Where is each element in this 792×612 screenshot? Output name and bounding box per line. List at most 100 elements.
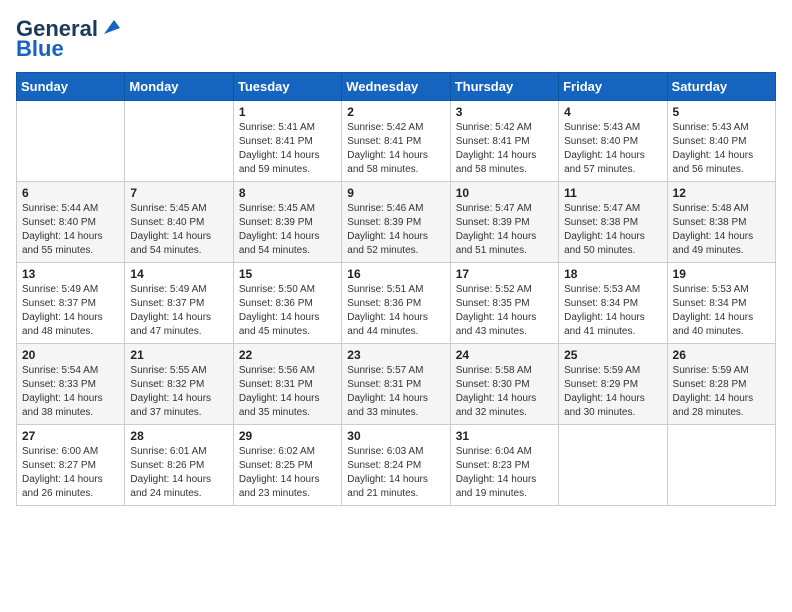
calendar-cell: 25 Sunrise: 5:59 AM Sunset: 8:29 PM Dayli…	[559, 344, 667, 425]
day-number: 27	[22, 429, 119, 443]
calendar-cell: 13Sunrise: 5:49 AM Sunset: 8:37 PM Dayli…	[17, 263, 125, 344]
day-info: Sunrise: 5:54 AM Sunset: 8:33 PM Dayligh…	[22, 364, 119, 420]
day-info: Sunrise: 5:42 AM Sunset: 8:41 PM Dayligh…	[347, 121, 444, 177]
day-number: 28	[130, 429, 227, 443]
calendar-cell: 29 Sunrise: 6:02 AM Sunset: 8:25 PM Dayli…	[233, 425, 341, 506]
weekday-header: Monday	[125, 73, 233, 101]
day-number: 2	[347, 105, 444, 119]
calendar-cell: 11Sunrise: 5:47 AM Sunset: 8:38 PM Dayli…	[559, 182, 667, 263]
calendar-cell: 5 Sunrise: 5:43 AM Sunset: 8:40 PM Daylig…	[667, 101, 775, 182]
day-number: 3	[456, 105, 553, 119]
day-info: Sunrise: 5:57 AM Sunset: 8:31 PM Dayligh…	[347, 364, 444, 420]
day-number: 20	[22, 348, 119, 362]
logo-blue: Blue	[16, 36, 64, 62]
calendar-week-row: 27 Sunrise: 6:00 AM Sunset: 8:27 PM Dayli…	[17, 425, 776, 506]
calendar-cell: 19 Sunrise: 5:53 AM Sunset: 8:34 PM Dayli…	[667, 263, 775, 344]
calendar-cell: 16 Sunrise: 5:51 AM Sunset: 8:36 PM Dayli…	[342, 263, 450, 344]
day-info: Sunrise: 5:45 AM Sunset: 8:40 PM Dayligh…	[130, 202, 227, 258]
calendar-cell: 18Sunrise: 5:53 AM Sunset: 8:34 PM Dayli…	[559, 263, 667, 344]
day-info: Sunrise: 5:45 AM Sunset: 8:39 PM Dayligh…	[239, 202, 336, 258]
day-number: 7	[130, 186, 227, 200]
day-number: 5	[673, 105, 770, 119]
day-info: Sunrise: 6:01 AM Sunset: 8:26 PM Dayligh…	[130, 445, 227, 501]
day-number: 17	[456, 267, 553, 281]
day-number: 4	[564, 105, 661, 119]
calendar-cell: 21Sunrise: 5:55 AM Sunset: 8:32 PM Dayli…	[125, 344, 233, 425]
calendar-cell	[17, 101, 125, 182]
weekday-header: Sunday	[17, 73, 125, 101]
day-number: 26	[673, 348, 770, 362]
day-number: 21	[130, 348, 227, 362]
calendar-week-row: 6 Sunrise: 5:44 AM Sunset: 8:40 PM Daylig…	[17, 182, 776, 263]
calendar-cell: 14 Sunrise: 5:49 AM Sunset: 8:37 PM Dayli…	[125, 263, 233, 344]
calendar-cell: 24 Sunrise: 5:58 AM Sunset: 8:30 PM Dayli…	[450, 344, 558, 425]
calendar-cell: 3 Sunrise: 5:42 AM Sunset: 8:41 PM Daylig…	[450, 101, 558, 182]
day-number: 9	[347, 186, 444, 200]
day-info: Sunrise: 6:00 AM Sunset: 8:27 PM Dayligh…	[22, 445, 119, 501]
day-number: 15	[239, 267, 336, 281]
calendar-cell: 28 Sunrise: 6:01 AM Sunset: 8:26 PM Dayli…	[125, 425, 233, 506]
day-number: 29	[239, 429, 336, 443]
calendar-cell: 8 Sunrise: 5:45 AM Sunset: 8:39 PM Daylig…	[233, 182, 341, 263]
calendar-cell: 20 Sunrise: 5:54 AM Sunset: 8:33 PM Dayli…	[17, 344, 125, 425]
calendar-cell: 7 Sunrise: 5:45 AM Sunset: 8:40 PM Daylig…	[125, 182, 233, 263]
day-info: Sunrise: 5:59 AM Sunset: 8:28 PM Dayligh…	[673, 364, 770, 420]
day-info: Sunrise: 5:43 AM Sunset: 8:40 PM Dayligh…	[673, 121, 770, 177]
day-info: Sunrise: 6:02 AM Sunset: 8:25 PM Dayligh…	[239, 445, 336, 501]
day-number: 12	[673, 186, 770, 200]
day-info: Sunrise: 5:42 AM Sunset: 8:41 PM Dayligh…	[456, 121, 553, 177]
day-number: 16	[347, 267, 444, 281]
day-number: 10	[456, 186, 553, 200]
calendar-cell: 6 Sunrise: 5:44 AM Sunset: 8:40 PM Daylig…	[17, 182, 125, 263]
day-number: 31	[456, 429, 553, 443]
day-info: Sunrise: 5:49 AM Sunset: 8:37 PM Dayligh…	[130, 283, 227, 339]
day-info: Sunrise: 5:48 AM Sunset: 8:38 PM Dayligh…	[673, 202, 770, 258]
calendar-cell: 15 Sunrise: 5:50 AM Sunset: 8:36 PM Dayli…	[233, 263, 341, 344]
day-number: 14	[130, 267, 227, 281]
day-info: Sunrise: 5:47 AM Sunset: 8:39 PM Dayligh…	[456, 202, 553, 258]
day-info: Sunrise: 6:04 AM Sunset: 8:23 PM Dayligh…	[456, 445, 553, 501]
page-header: General Blue	[16, 16, 776, 62]
day-number: 24	[456, 348, 553, 362]
calendar-table: SundayMondayTuesdayWednesdayThursdayFrid…	[16, 72, 776, 506]
weekday-header: Friday	[559, 73, 667, 101]
logo: General Blue	[16, 16, 122, 62]
weekday-header: Tuesday	[233, 73, 341, 101]
day-info: Sunrise: 6:03 AM Sunset: 8:24 PM Dayligh…	[347, 445, 444, 501]
day-info: Sunrise: 5:58 AM Sunset: 8:30 PM Dayligh…	[456, 364, 553, 420]
day-info: Sunrise: 5:53 AM Sunset: 8:34 PM Dayligh…	[673, 283, 770, 339]
calendar-week-row: 1Sunrise: 5:41 AM Sunset: 8:41 PM Daylig…	[17, 101, 776, 182]
day-number: 25	[564, 348, 661, 362]
calendar-cell: 12 Sunrise: 5:48 AM Sunset: 8:38 PM Dayli…	[667, 182, 775, 263]
calendar-cell: 10 Sunrise: 5:47 AM Sunset: 8:39 PM Dayli…	[450, 182, 558, 263]
day-number: 30	[347, 429, 444, 443]
day-number: 19	[673, 267, 770, 281]
day-info: Sunrise: 5:46 AM Sunset: 8:39 PM Dayligh…	[347, 202, 444, 258]
day-number: 18	[564, 267, 661, 281]
day-info: Sunrise: 5:44 AM Sunset: 8:40 PM Dayligh…	[22, 202, 119, 258]
calendar-cell: 30 Sunrise: 6:03 AM Sunset: 8:24 PM Dayli…	[342, 425, 450, 506]
calendar-cell	[125, 101, 233, 182]
calendar-header-row: SundayMondayTuesdayWednesdayThursdayFrid…	[17, 73, 776, 101]
calendar-cell: 2 Sunrise: 5:42 AM Sunset: 8:41 PM Daylig…	[342, 101, 450, 182]
day-number: 13	[22, 267, 119, 281]
day-number: 6	[22, 186, 119, 200]
day-info: Sunrise: 5:51 AM Sunset: 8:36 PM Dayligh…	[347, 283, 444, 339]
day-info: Sunrise: 5:47 AM Sunset: 8:38 PM Dayligh…	[564, 202, 661, 258]
day-number: 8	[239, 186, 336, 200]
weekday-header: Wednesday	[342, 73, 450, 101]
calendar-cell: 22Sunrise: 5:56 AM Sunset: 8:31 PM Dayli…	[233, 344, 341, 425]
calendar-cell: 9 Sunrise: 5:46 AM Sunset: 8:39 PM Daylig…	[342, 182, 450, 263]
calendar-cell: 23Sunrise: 5:57 AM Sunset: 8:31 PM Dayli…	[342, 344, 450, 425]
day-info: Sunrise: 5:52 AM Sunset: 8:35 PM Dayligh…	[456, 283, 553, 339]
day-info: Sunrise: 5:43 AM Sunset: 8:40 PM Dayligh…	[564, 121, 661, 177]
day-info: Sunrise: 5:50 AM Sunset: 8:36 PM Dayligh…	[239, 283, 336, 339]
calendar-cell: 4 Sunrise: 5:43 AM Sunset: 8:40 PM Daylig…	[559, 101, 667, 182]
calendar-cell	[667, 425, 775, 506]
calendar-cell: 27 Sunrise: 6:00 AM Sunset: 8:27 PM Dayli…	[17, 425, 125, 506]
day-number: 1	[239, 105, 336, 119]
weekday-header: Saturday	[667, 73, 775, 101]
day-info: Sunrise: 5:59 AM Sunset: 8:29 PM Dayligh…	[564, 364, 661, 420]
calendar-week-row: 13 Sunrise: 5:49 AM Sunset: 8:37 PM Dayli…	[17, 263, 776, 344]
calendar-cell: 26 Sunrise: 5:59 AM Sunset: 8:28 PM Dayli…	[667, 344, 775, 425]
